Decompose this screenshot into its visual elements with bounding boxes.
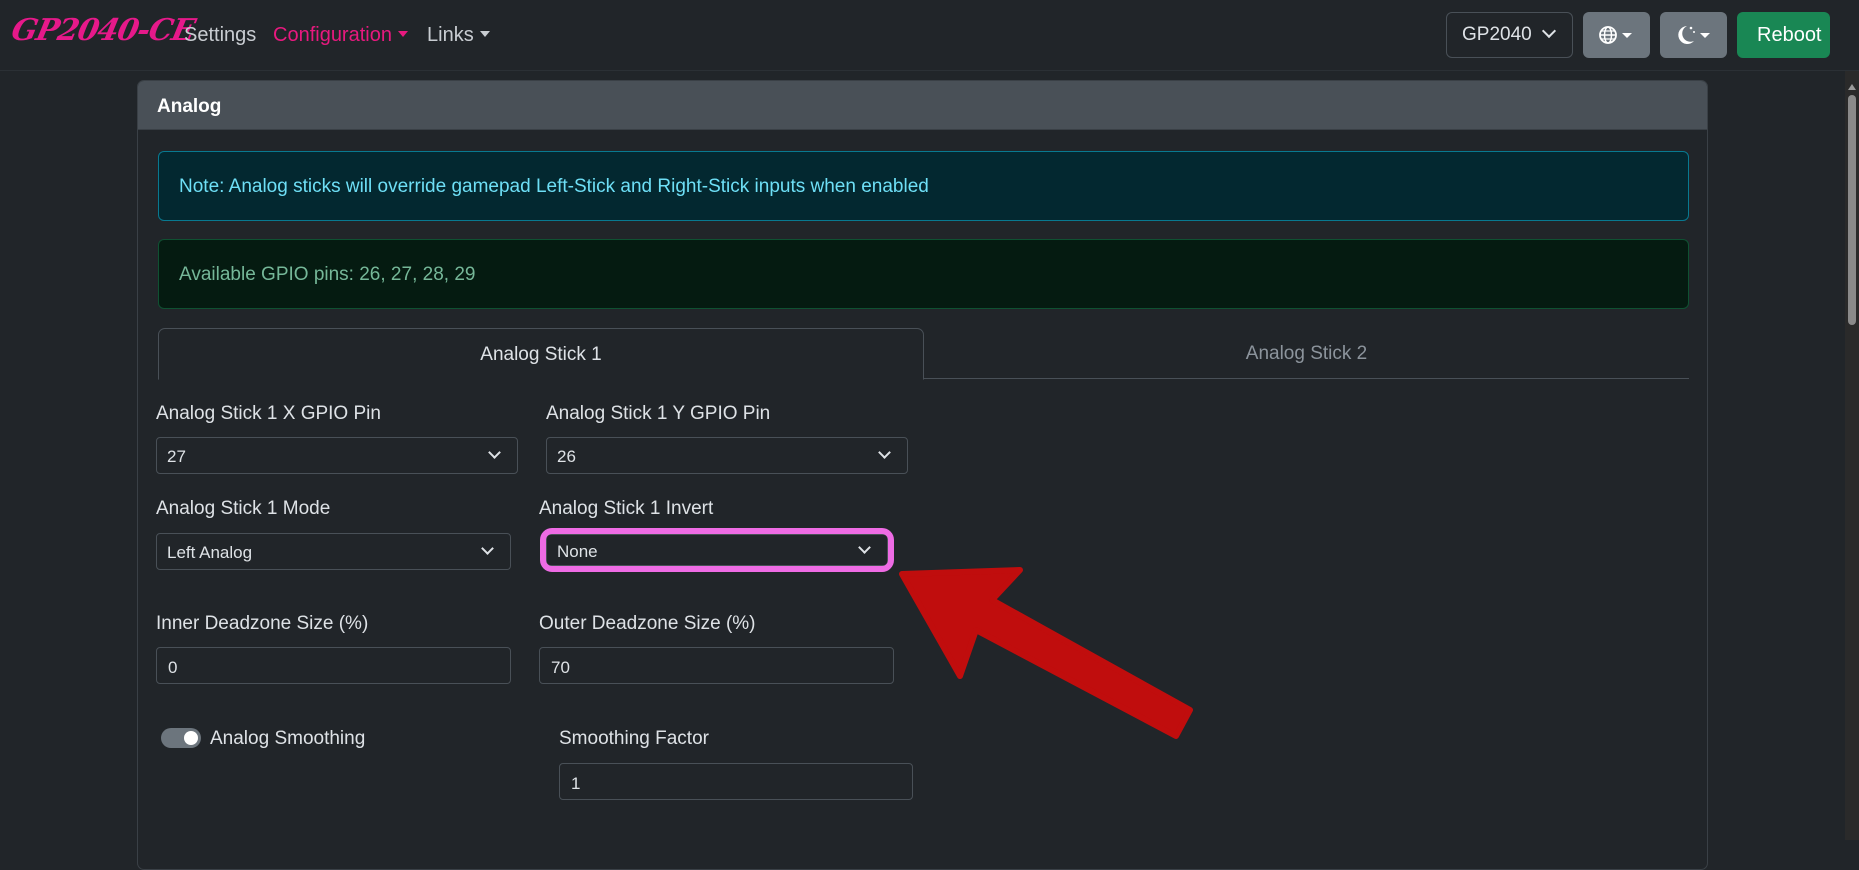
outer-deadzone-input[interactable]: 70 — [539, 647, 894, 684]
x-pin-value: 27 — [167, 447, 186, 466]
available-pins-alert: Available GPIO pins: 26, 27, 28, 29 — [158, 239, 1689, 309]
scrollbar-thumb[interactable] — [1848, 95, 1856, 325]
logo[interactable]: GP2040-CE — [8, 13, 197, 48]
invert-label: Analog Stick 1 Invert — [539, 498, 714, 519]
scroll-up-icon[interactable] — [1848, 84, 1856, 90]
analog-smoothing-toggle[interactable] — [161, 728, 201, 748]
analog-smoothing-label[interactable]: Analog Smoothing — [210, 728, 365, 750]
caret-down-icon — [397, 30, 408, 37]
nav-link-links-label: Links — [427, 24, 474, 46]
nav-link-configuration[interactable]: Configuration — [273, 24, 408, 47]
reboot-button[interactable]: Reboot — [1737, 12, 1830, 58]
y-pin-select[interactable]: 26 — [546, 437, 908, 474]
outer-deadzone-label: Outer Deadzone Size (%) — [539, 613, 756, 634]
mode-select[interactable]: Left Analog — [156, 533, 511, 570]
moon-stars-icon — [1678, 26, 1710, 44]
y-pin-label: Analog Stick 1 Y GPIO Pin — [546, 403, 771, 424]
page-scrollbar[interactable] — [1845, 71, 1859, 840]
chevron-down-icon — [481, 542, 494, 555]
navbar: GP2040-CE Settings Configuration Links G… — [0, 0, 1859, 71]
board-select-value: GP2040 — [1462, 24, 1532, 45]
stick-tabs: Analog Stick 1 Analog Stick 2 — [158, 328, 1689, 380]
smoothing-factor-input[interactable]: 1 — [559, 763, 913, 800]
mode-label: Analog Stick 1 Mode — [156, 498, 331, 519]
chevron-down-icon — [878, 446, 891, 459]
caret-down-icon — [479, 30, 490, 37]
card-title: Analog — [138, 81, 1707, 130]
inner-deadzone-input[interactable]: 0 — [156, 647, 511, 684]
tab-analog-stick-2[interactable]: Analog Stick 2 — [924, 328, 1689, 379]
analog-card: Analog Note: Analog sticks will override… — [137, 80, 1708, 870]
board-select[interactable]: GP2040 — [1446, 12, 1573, 58]
smoothing-factor-label: Smoothing Factor — [559, 728, 709, 749]
theme-button[interactable] — [1660, 12, 1727, 58]
x-pin-label: Analog Stick 1 X GPIO Pin — [156, 403, 381, 424]
x-pin-select[interactable]: 27 — [156, 437, 518, 474]
language-button[interactable] — [1583, 12, 1650, 58]
toggle-knob — [184, 731, 198, 745]
globe-icon — [1599, 26, 1632, 44]
nav-link-links[interactable]: Links — [427, 24, 490, 47]
note-alert: Note: Analog sticks will override gamepa… — [158, 151, 1689, 221]
nav-link-settings[interactable]: Settings — [184, 24, 256, 47]
chevron-down-icon — [1541, 23, 1557, 39]
nav-link-configuration-label: Configuration — [273, 24, 392, 46]
mode-value: Left Analog — [167, 543, 253, 562]
chevron-down-icon — [488, 446, 501, 459]
y-pin-value: 26 — [557, 447, 576, 466]
tab-analog-stick-1[interactable]: Analog Stick 1 — [158, 328, 924, 380]
invert-highlight-box — [540, 528, 894, 572]
red-arrow-annotation — [899, 567, 1193, 739]
inner-deadzone-label: Inner Deadzone Size (%) — [156, 613, 369, 634]
